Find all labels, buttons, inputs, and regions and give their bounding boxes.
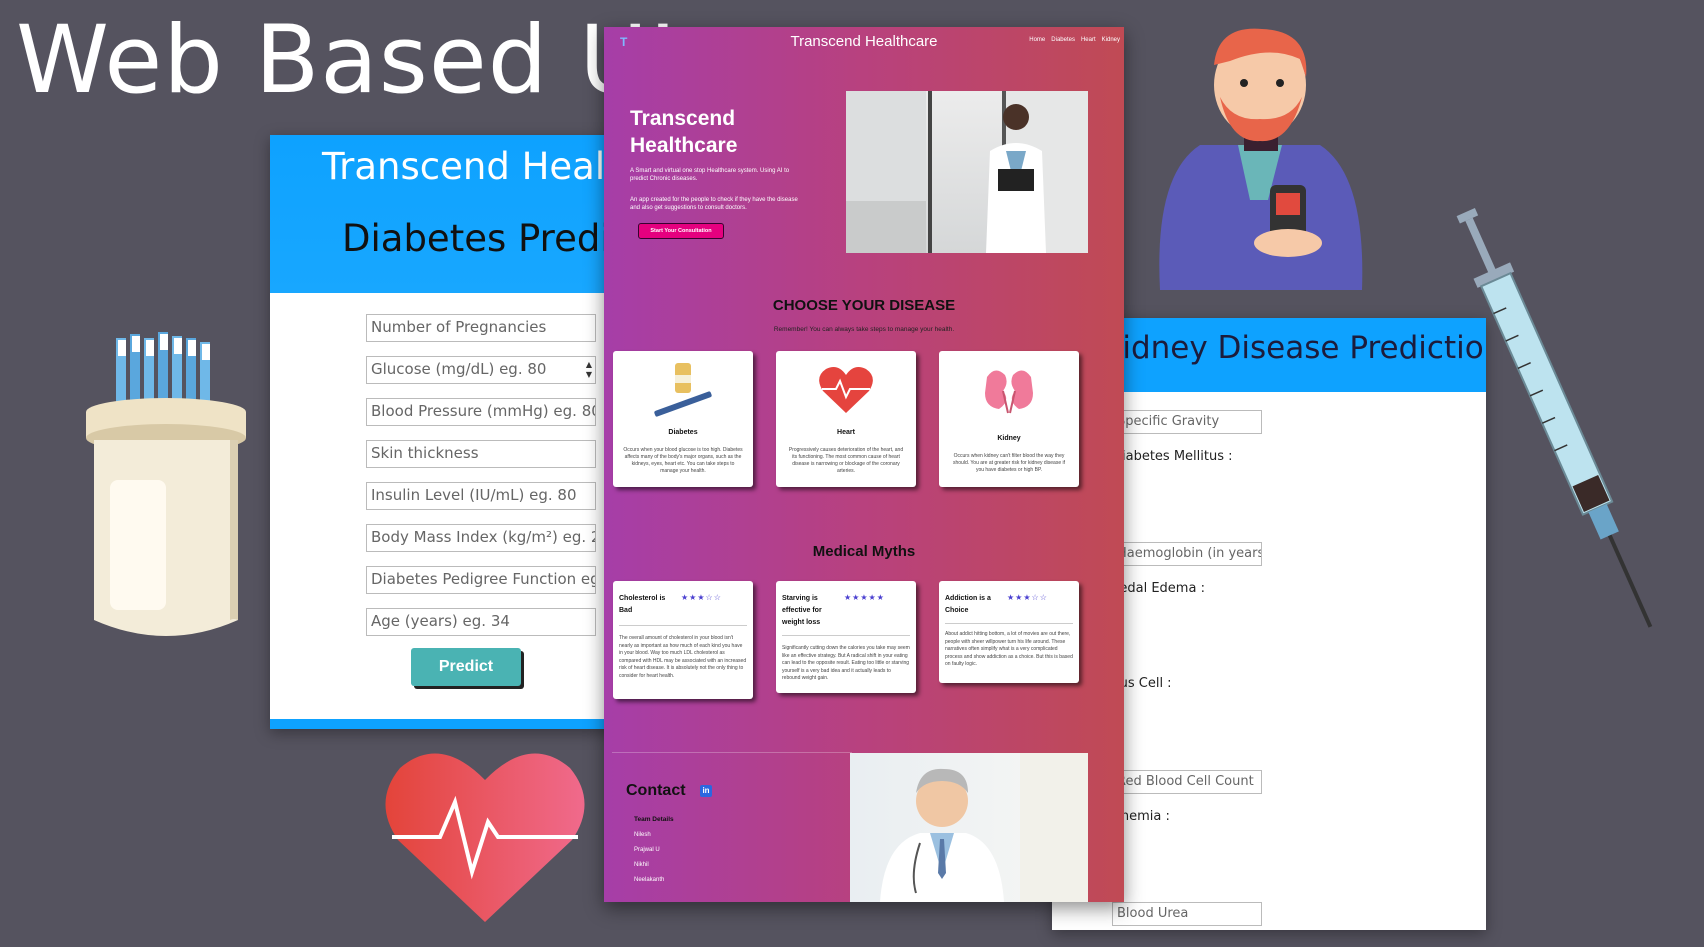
diabetes-header: Transcend Healthcare Diabetes Prediction [270,135,620,293]
card-desc-kidney: Occurs when kidney can't filter blood th… [952,453,1065,473]
hero-title: Transcend Healthcare [630,107,738,157]
myth-card-addiction[interactable]: Addiction is a Choice ★★★☆☆ About addict… [939,581,1079,683]
diabetes-title: Diabetes Prediction [342,217,620,260]
myth-text-addiction: About addict hitting bottom, a lot of mo… [945,631,1073,667]
site-nav: Home Diabetes Heart Kidney [1029,37,1120,43]
card-name-heart: Heart [837,429,855,436]
team-heading: Team Details [634,816,674,823]
start-consultation-button[interactable]: Start Your Consultation [638,223,724,239]
diabetes-footer [270,719,620,729]
hero-doctor-image [846,91,1088,253]
diabetes-mellitus-label: Diabetes Mellitus : [1112,449,1233,464]
disease-card-kidney[interactable]: Kidney Occurs when kidney can't filter b… [939,351,1079,487]
team-member: Nikhil [634,862,649,868]
predict-button[interactable]: Predict [411,648,521,686]
age-input[interactable]: Age (years) eg. 34 [366,608,596,636]
pedigree-input[interactable]: Diabetes Pedigree Function eg. 0 [366,566,596,594]
myth-title-cholesterol: Cholesterol is Bad [619,595,666,614]
myth-divider [945,623,1073,624]
pedal-edema-label: Pedal Edema : [1112,581,1205,596]
myth-title-starving: Starving is effective for weight loss [782,595,822,626]
heart-pulse-icon [819,367,873,413]
blood-pressure-input[interactable]: Blood Pressure (mmHg) eg. 80 [366,398,596,426]
myth-rating-starving: ★★★★★ [844,593,885,602]
myth-text-cholesterol: The overall amount of cholesterol in you… [619,635,747,679]
glucose-input[interactable]: Glucose (mg/dL) eg. 80 ▲ ▼ [366,356,596,384]
hero-text-1: A Smart and virtual one stop Healthcare … [630,168,790,182]
number-spinner-icon[interactable]: ▲ ▼ [586,360,592,380]
insulin-input[interactable]: Insulin Level (IU/mL) eg. 80 [366,482,596,510]
heart-icon [385,753,585,922]
choose-disease-subtitle: Remember! You can always take steps to m… [773,326,955,333]
card-name-kidney: Kidney [997,435,1021,442]
myth-rating-cholesterol: ★★★☆☆ [681,593,722,602]
doctor-illustration-icon [1159,28,1363,290]
myth-text-starving: Significantly cutting down the calories … [782,645,910,681]
page-headline: Web Based UI [16,6,678,115]
diabetes-brand: Transcend Healthcare [322,145,620,188]
bmi-input[interactable]: Body Mass Index (kg/m²) eg. 23. [366,524,596,552]
rbc-input[interactable]: Red Blood Cell Count [1112,770,1262,794]
nav-heart[interactable]: Heart [1081,37,1096,43]
nav-home[interactable]: Home [1029,37,1045,43]
kidney-title: Kidney Disease Prediction [1102,330,1486,366]
myth-divider [619,625,747,626]
hemoglobin-input[interactable]: Haemoglobin (in years) [1112,542,1262,566]
myth-card-cholesterol[interactable]: Cholesterol is Bad ★★★☆☆ The overall amo… [613,581,753,699]
card-desc-heart: Progressively causes deterioration of th… [788,447,904,474]
card-name-diabetes: Diabetes [668,429,698,436]
team-member: Prajwal U [634,847,660,853]
diabetes-window: Transcend Healthcare Diabetes Prediction… [270,135,620,729]
nav-kidney[interactable]: Kidney [1102,37,1120,43]
contact-title: Contact [626,782,686,799]
myth-rating-addiction: ★★★☆☆ [1007,593,1048,602]
kidney-icon [985,370,1033,414]
myth-title-addiction: Addiction is a Choice [945,595,991,614]
medical-myths-title: Medical Myths [812,543,916,560]
contact-divider [612,752,852,753]
hero-text-2: An app created for the people to check i… [630,197,798,211]
disease-card-heart[interactable]: Heart Progressively causes deterioration… [776,351,916,487]
disease-card-diabetes[interactable]: Diabetes Occurs when your blood glucose … [613,351,753,487]
syringe-icon [1456,208,1653,628]
nav-diabetes[interactable]: Diabetes [1051,37,1075,43]
website-preview: T Transcend Healthcare Home Diabetes Hea… [604,27,1124,902]
contact-doctor-image [850,753,1088,902]
specific-gravity-input[interactable]: Specific Gravity [1112,410,1262,434]
insulin-pen-icon [654,363,712,417]
diabetes-form: Number of Pregnancies Glucose (mg/dL) eg… [270,293,620,703]
linkedin-icon[interactable]: in [700,785,712,797]
card-desc-diabetes: Occurs when your blood glucose is too hi… [623,447,743,474]
myth-divider [782,635,910,636]
pregnancies-input[interactable]: Number of Pregnancies [366,314,596,342]
glucose-placeholder: Glucose (mg/dL) eg. 80 [371,360,547,378]
team-member: Neelakanth [634,877,665,883]
skin-thickness-input[interactable]: Skin thickness [366,440,596,468]
blood-urea-input[interactable]: Blood Urea [1112,902,1262,926]
choose-disease-title: CHOOSE YOUR DISEASE [772,297,956,314]
test-strip-bottle-icon [86,332,246,636]
team-member: Nilesh [634,832,651,838]
myth-card-starving[interactable]: Starving is effective for weight loss ★★… [776,581,916,693]
